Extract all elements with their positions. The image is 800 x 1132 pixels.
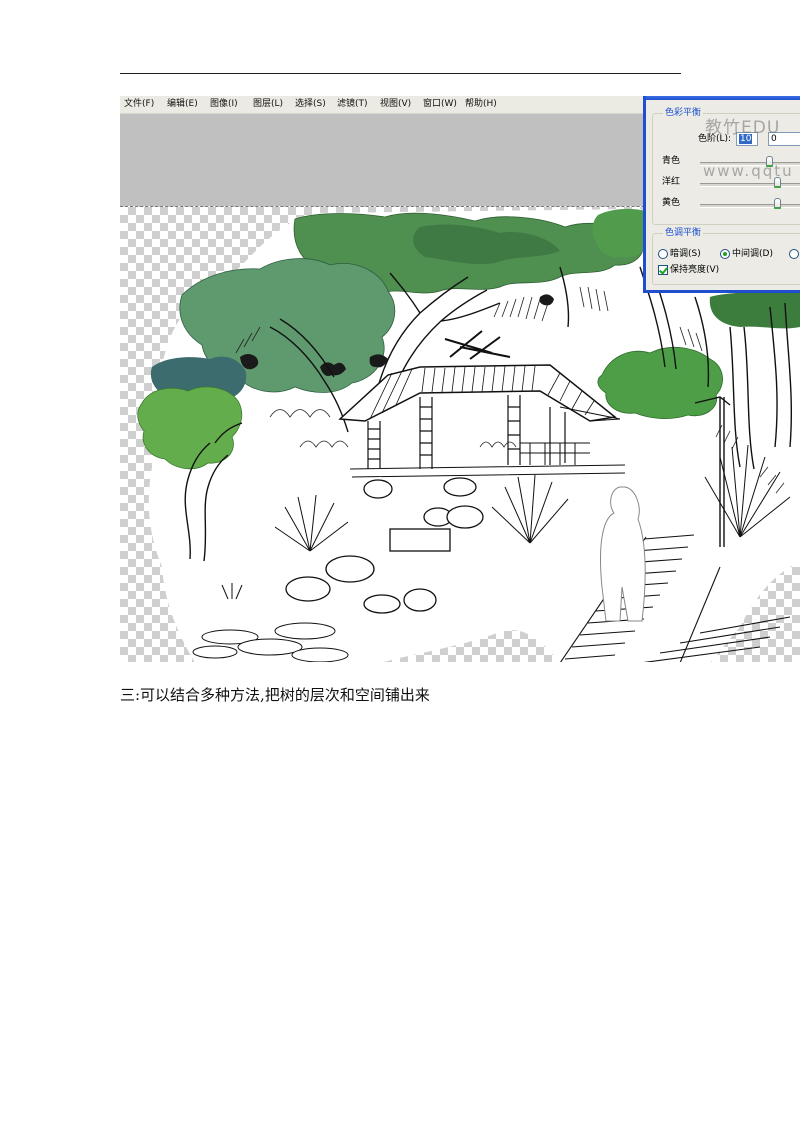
rock — [285, 576, 331, 602]
slider-thumb-yellow[interactable] — [774, 198, 781, 209]
right-green-tree — [597, 347, 723, 419]
menu-help[interactable]: 帮助(H) — [465, 96, 497, 113]
levels-value-1: 10 — [739, 134, 753, 144]
menu-filter[interactable]: 滤镜(T) — [337, 96, 368, 113]
top-rule — [120, 73, 681, 74]
slider-label-magenta: 洋红 — [662, 177, 681, 187]
levels-label: 色阶(L): — [698, 134, 732, 144]
slider-track-cyan[interactable] — [700, 162, 800, 166]
rock — [363, 479, 393, 499]
radio-highlights[interactable] — [789, 249, 799, 259]
levels-value-2: 0 — [771, 134, 777, 144]
rock — [363, 594, 401, 614]
stone-block — [389, 528, 451, 552]
lily-pad — [237, 638, 303, 656]
top-right-tree — [592, 208, 650, 258]
radio-midtones-label[interactable]: 中间调(D) — [732, 248, 773, 260]
slider-thumb-magenta[interactable] — [774, 177, 781, 188]
slider-track-yellow[interactable] — [700, 204, 800, 208]
photoshop-screenshot: 文件(F) 编辑(E) 图像(I) 图层(L) 选择(S) 滤镜(T) 视图(V… — [120, 96, 800, 662]
levels-field-2[interactable]: 0 — [768, 132, 800, 146]
menu-view[interactable]: 视图(V) — [380, 96, 411, 113]
radio-shadows-label[interactable]: 暗调(S) — [670, 248, 701, 260]
slider-label-cyan: 青色 — [662, 156, 681, 166]
menu-window[interactable]: 窗口(W) — [423, 96, 457, 113]
lily-pad — [291, 647, 349, 662]
preserve-luminosity-checkbox[interactable] — [658, 265, 668, 275]
lily-pad — [192, 645, 238, 659]
preserve-luminosity-label[interactable]: 保持亮度(V) — [670, 264, 719, 276]
tone-balance-group-title: 色调平衡 — [663, 227, 704, 239]
menu-file[interactable]: 文件(F) — [124, 96, 154, 113]
lily-pad — [274, 622, 336, 640]
dialog-title-bar[interactable] — [646, 96, 800, 100]
rock — [403, 588, 437, 612]
slider-track-magenta[interactable] — [700, 183, 800, 187]
radio-midtones[interactable] — [720, 249, 730, 259]
menu-select[interactable]: 选择(S) — [295, 96, 326, 113]
levels-field-1[interactable]: 10 — [736, 132, 758, 146]
color-balance-group-title: 色彩平衡 — [663, 107, 704, 119]
slider-thumb-cyan[interactable] — [766, 156, 773, 167]
menu-edit[interactable]: 编辑(E) — [167, 96, 198, 113]
color-balance-dialog: 色彩平衡 色阶(L): 10 0 青色 洋红 黄色 色调平衡 暗调(S) 中间调… — [643, 96, 800, 293]
rock — [443, 477, 477, 497]
radio-shadows[interactable] — [658, 249, 668, 259]
document-caption: 三:可以结合多种方法,把树的层次和空间铺出来 — [120, 686, 430, 704]
menu-layer[interactable]: 图层(L) — [253, 96, 283, 113]
slider-label-yellow: 黄色 — [662, 198, 681, 208]
rock — [325, 555, 375, 583]
menu-image[interactable]: 图像(I) — [210, 96, 238, 113]
rock — [446, 505, 484, 529]
